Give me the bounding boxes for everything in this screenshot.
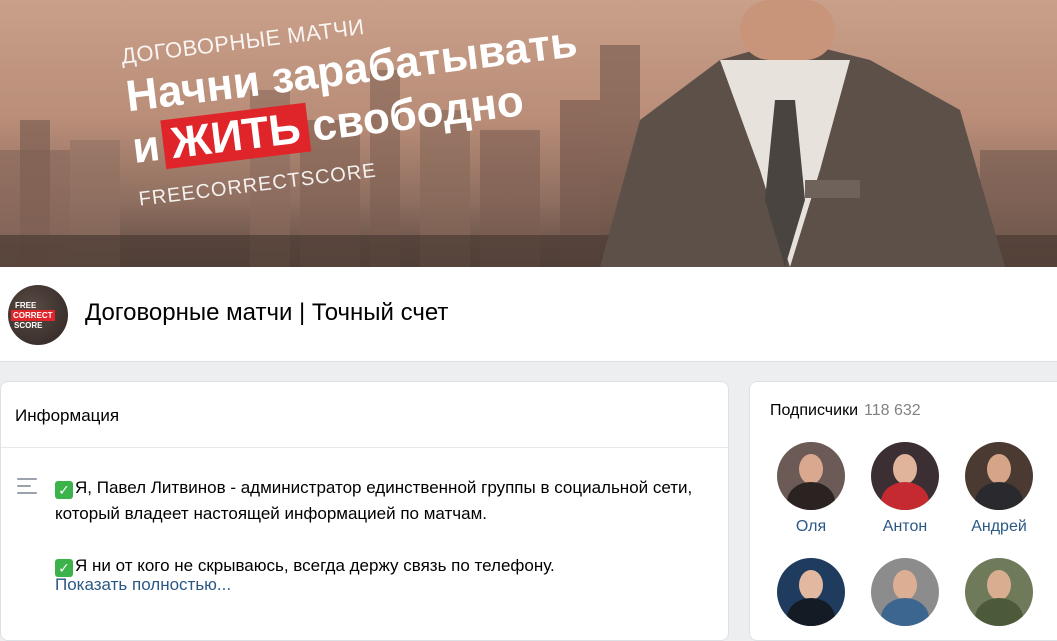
info-paragraph: ✓ Я, Павел Литвинов - администратор единс… [55, 478, 693, 523]
group-avatar[interactable]: FREE CORRECT SCORE [8, 285, 68, 345]
show-more-link[interactable]: Показать полностью... [55, 575, 231, 595]
subscribers-label: Подписчики [770, 402, 859, 419]
subscriber-item[interactable] [954, 558, 1044, 634]
subscriber-item[interactable]: Андрей [954, 442, 1044, 536]
subscriber-name: Оля [795, 518, 827, 535]
subscriber-name: Антон [882, 518, 928, 535]
subscriber-avatar [871, 442, 939, 510]
cover-image: ДОГОВОРНЫЕ МАТЧИ Начни зарабатывать и ЖИТ… [0, 0, 1057, 267]
subscriber-avatar [777, 558, 845, 626]
subscribers-heading[interactable]: Подписчики 118 632 [770, 402, 921, 420]
subscriber-avatar [965, 558, 1033, 626]
subscriber-avatar [965, 442, 1033, 510]
subscriber-item[interactable]: Антон [860, 442, 950, 536]
info-text: ✓ Я, Павел Литвинов - администратор единс… [55, 475, 705, 579]
subscriber-avatar [871, 558, 939, 626]
description-icon [17, 478, 37, 499]
info-card: Информация ✓ Я, Павел Литвинов - админист… [0, 381, 729, 641]
group-header: FREE CORRECT SCORE Договорные матчи | То… [0, 267, 1057, 362]
group-title: Договорные матчи | Точный счет [85, 299, 449, 326]
subscribers-card: Подписчики 118 632 Оля Антон Андрей [749, 381, 1057, 641]
subscriber-avatar [777, 442, 845, 510]
check-mark-icon: ✓ [55, 481, 73, 499]
subscriber-item[interactable] [766, 558, 856, 634]
avatar-text-1: FREE [15, 301, 37, 310]
info-heading: Информация [1, 382, 728, 448]
subscriber-item[interactable]: Оля [766, 442, 856, 536]
subscriber-item[interactable] [860, 558, 950, 634]
avatar-text-3: SCORE [14, 321, 43, 330]
avatar-text-2: CORRECT [11, 310, 55, 321]
cover-headline-prefix: и [129, 120, 163, 173]
subscriber-name: Андрей [971, 518, 1027, 535]
subscribers-count: 118 632 [864, 402, 921, 419]
